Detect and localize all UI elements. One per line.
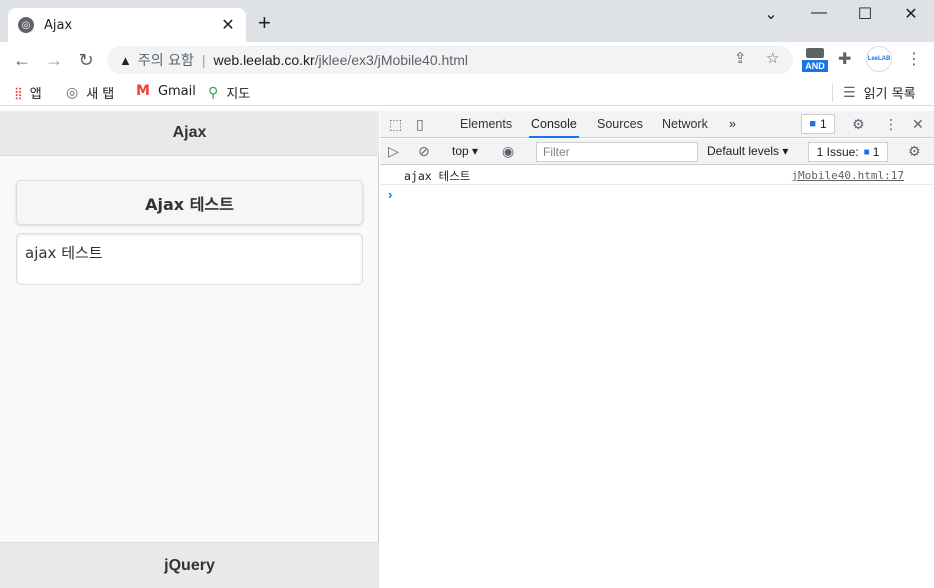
bookmark-maps-label: 지도 [226,87,251,102]
tab-console[interactable]: Console [529,111,579,138]
tab-elements[interactable]: Elements [458,111,514,138]
window-close-button[interactable]: ✕ [888,4,934,24]
new-tab-button[interactable]: + [258,12,271,34]
apps-grid-icon: ⣿ [14,85,23,100]
and-label: AND [802,60,828,72]
reading-list-label: 읽기 목록 [863,87,916,102]
reading-list[interactable]: ☰ 읽기 목록 [832,83,916,102]
tab-network[interactable]: Network [660,111,710,138]
browser-toolbar: ← → ↻ ▲ 주의 요함 | web.leelab.co.kr/jklee/e… [0,42,934,78]
bookmark-star-icon[interactable]: ☆ [766,49,779,67]
maps-pin-icon: ⚲ [208,84,219,101]
content-area: Ajax Ajax 테스트 ajax 테스트 jQuery ⬚ ▯ Elemen… [0,111,934,588]
more-tabs-icon[interactable]: » [727,111,738,138]
log-levels-dropdown[interactable]: Default levels ▾ [707,144,788,158]
issues-button[interactable]: 1 Issue: ■ 1 [808,142,888,162]
globe-icon: ◎ [66,84,79,101]
page-footer: jQuery [0,542,379,588]
context-label: top [452,144,469,158]
tab-title: Ajax [44,17,73,33]
issues-icon: ■ [863,146,870,158]
messages-badge[interactable]: ■ 1 [801,114,835,134]
maximize-button[interactable]: ☐ [842,4,888,24]
bookmarks-bar: ⣿ 앱 ◎ 새 탭 M Gmail ⚲ 지도 ☰ 읽기 목록 [0,78,934,106]
share-icon[interactable]: ⇪ [734,49,747,67]
live-expression-eye-icon[interactable]: ◉ [502,143,514,160]
issues-count: 1 [872,145,880,159]
console-filter-input[interactable]: Filter [536,142,698,162]
url-host[interactable]: web.leelab.co.kr [214,52,315,68]
address-bar[interactable]: ▲ 주의 요함 | web.leelab.co.kr/jklee/ex3/jMo… [107,46,793,74]
bookmark-newtab[interactable]: ◎ 새 탭 [66,83,115,103]
tab-close-icon[interactable]: ✕ [220,15,236,35]
omnibox-divider: | [201,52,206,68]
devtools-tab-bar: ⬚ ▯ Elements Console Sources Network » ■… [380,111,934,138]
console-source-link[interactable]: jMobile40.html:17 [791,169,904,182]
levels-label: Default levels [707,144,780,158]
url-path[interactable]: /jklee/ex3/jMobile40.html [315,52,468,68]
tab-ajax[interactable]: ◎ Ajax ✕ [8,8,246,42]
printer-shape [806,48,824,58]
bookmark-apps-label: 앱 [29,87,42,102]
extensions-puzzle-icon[interactable]: ✚ [838,49,851,69]
console-prompt[interactable]: › [388,187,392,202]
bookmark-gmail-label: Gmail [157,83,196,99]
settings-gear-icon[interactable]: ⚙ [852,116,865,133]
bookmark-gmail[interactable]: M Gmail [136,83,196,99]
bookmark-apps[interactable]: ⣿ 앱 [14,83,42,103]
clear-console-icon[interactable]: ⊘ [418,143,430,160]
devtools-menu-icon[interactable]: ⋮ [884,116,898,133]
security-label[interactable]: 주의 요함 [138,50,194,70]
tab-strip: ◎ Ajax ✕ + ⌄ — ☐ ✕ [0,0,934,42]
bookmark-maps[interactable]: ⚲ 지도 [208,83,251,103]
leelab-profile-icon[interactable]: LeeLAB [866,46,892,72]
console-message: ajax 테스트 [404,169,471,183]
minimize-button[interactable]: — [796,4,842,24]
console-log-row: ajax 테스트 jMobile40.html:17 [380,166,934,185]
gmail-icon: M [136,83,150,99]
result-textarea[interactable]: ajax 테스트 [16,233,363,285]
console-settings-gear-icon[interactable]: ⚙ [908,143,921,160]
context-selector[interactable]: top ▾ [452,144,478,158]
inspect-element-icon[interactable]: ⬚ [389,116,402,133]
ajax-test-button[interactable]: Ajax 테스트 [16,180,363,225]
leelab-label: LeeLAB [867,56,891,62]
sidebar-toggle-icon[interactable]: ▷ [388,143,399,160]
message-icon: ■ [809,118,816,130]
bookmark-newtab-label: 새 탭 [86,87,115,102]
warning-icon[interactable]: ▲ [119,53,132,68]
footer-title: jQuery [164,556,215,574]
globe-icon: ◎ [18,17,34,33]
console-toolbar: ▷ ⊘ top ▾ ◉ Filter Default levels ▾ 1 Is… [380,139,934,165]
reload-icon[interactable]: ↻ [74,50,98,70]
extension-and-icon[interactable]: AND [802,46,828,74]
device-toolbar-icon[interactable]: ▯ [416,116,424,133]
page-title: Ajax [172,124,207,141]
menu-dots-icon[interactable]: ⋮ [906,49,922,69]
web-page: Ajax Ajax 테스트 ajax 테스트 jQuery [0,111,379,588]
message-count: 1 [819,117,827,131]
tab-search-icon[interactable]: ⌄ [748,4,794,24]
reading-list-icon: ☰ [843,84,856,101]
forward-icon[interactable]: → [42,50,66,70]
back-icon[interactable]: ← [10,50,34,70]
devtools-panel: ⬚ ▯ Elements Console Sources Network » ■… [380,111,934,588]
devtools-close-icon[interactable]: ✕ [912,116,924,133]
page-header: Ajax [0,111,379,156]
tab-sources[interactable]: Sources [595,111,645,138]
issues-label: 1 Issue: [816,145,859,159]
